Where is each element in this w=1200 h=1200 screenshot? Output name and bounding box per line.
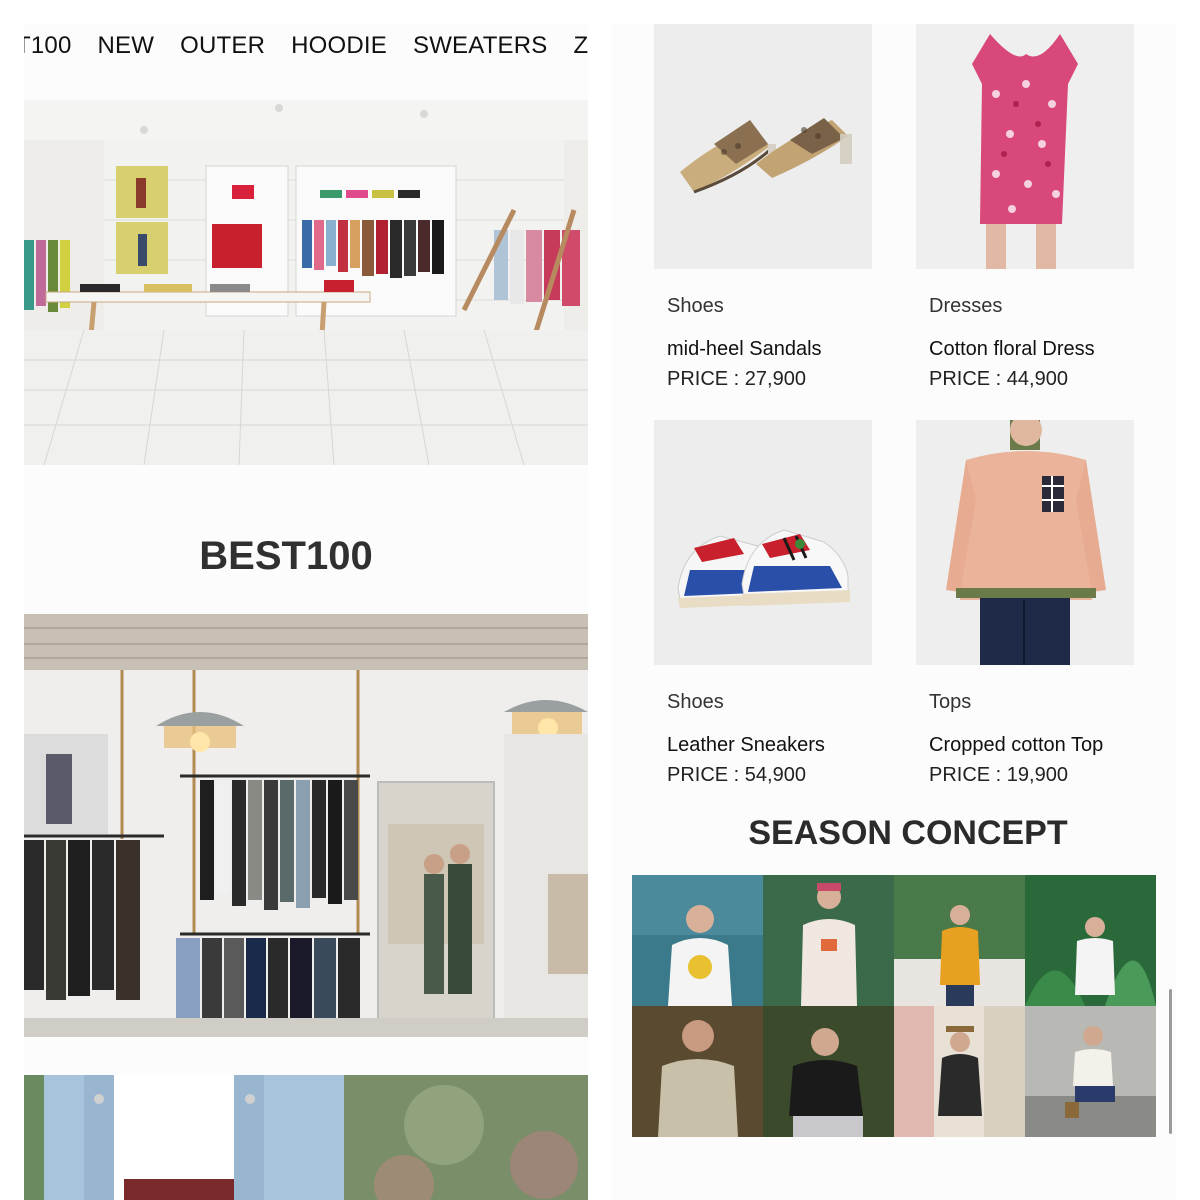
product-category: Shoes	[667, 295, 724, 317]
season-concept-heading: SEASON CONCEPT	[748, 814, 1068, 852]
denim-jacket-photo[interactable]	[24, 1075, 588, 1200]
nav-item-best100[interactable]: T100	[24, 32, 72, 60]
product-category: Tops	[929, 691, 972, 713]
season-concept-mosaic	[632, 875, 1156, 1137]
top-image[interactable]	[916, 420, 1134, 665]
concept-photo[interactable]	[632, 1006, 763, 1137]
product-name[interactable]: mid-heel Sandals	[667, 338, 822, 361]
product-grid: Shoes mid-heel Sandals PRICE : 27,900 Dr…	[612, 24, 1176, 792]
right-panel: Shoes mid-heel Sandals PRICE : 27,900 Dr…	[612, 24, 1176, 1200]
nav-item-outer[interactable]: OUTER	[180, 32, 265, 60]
scrollbar[interactable]	[1169, 989, 1172, 1134]
product-card[interactable]: Shoes mid-heel Sandals PRICE : 27,900	[654, 24, 872, 390]
dress-image[interactable]	[916, 24, 1134, 269]
product-card[interactable]: Shoes Leather Sneakers PRICE : 54,900	[654, 420, 872, 786]
concept-photo[interactable]	[632, 875, 763, 1006]
best100-heading: BEST100	[199, 534, 373, 578]
sneakers-image[interactable]	[654, 420, 872, 665]
product-price: PRICE : 19,900	[929, 764, 1068, 786]
concept-photo[interactable]	[763, 875, 894, 1006]
concept-photo[interactable]	[1025, 875, 1156, 1006]
product-category: Shoes	[667, 691, 724, 713]
concept-photo[interactable]	[894, 1006, 1025, 1137]
product-name[interactable]: Leather Sneakers	[667, 734, 825, 757]
left-panel: T100 NEW OUTER HOODIE SWEATERS Z	[24, 24, 588, 1200]
nav-item-hoodie[interactable]: HOODIE	[291, 32, 387, 60]
nav-item-sweaters[interactable]: SWEATERS	[413, 32, 548, 60]
store-interior-photo[interactable]	[24, 100, 588, 465]
category-nav: T100 NEW OUTER HOODIE SWEATERS Z	[24, 24, 588, 100]
boutique-photo[interactable]	[24, 614, 588, 1037]
product-category: Dresses	[929, 295, 1003, 317]
product-name[interactable]: Cropped cotton Top	[929, 734, 1103, 757]
concept-photo[interactable]	[894, 875, 1025, 1006]
product-price: PRICE : 54,900	[667, 764, 806, 786]
product-name[interactable]: Cotton floral Dress	[929, 338, 1095, 361]
nav-item-new[interactable]: NEW	[98, 32, 155, 60]
product-price: PRICE : 44,900	[929, 368, 1068, 390]
nav-item-next[interactable]: Z	[574, 32, 588, 60]
product-card[interactable]: Dresses Cotton floral Dress PRICE : 44,9…	[916, 24, 1134, 390]
product-card[interactable]: Tops Cropped cotton Top PRICE : 19,900	[916, 420, 1134, 786]
sandals-image[interactable]	[654, 24, 872, 269]
product-price: PRICE : 27,900	[667, 368, 806, 390]
concept-photo[interactable]	[1025, 1006, 1156, 1137]
concept-photo[interactable]	[763, 1006, 894, 1137]
